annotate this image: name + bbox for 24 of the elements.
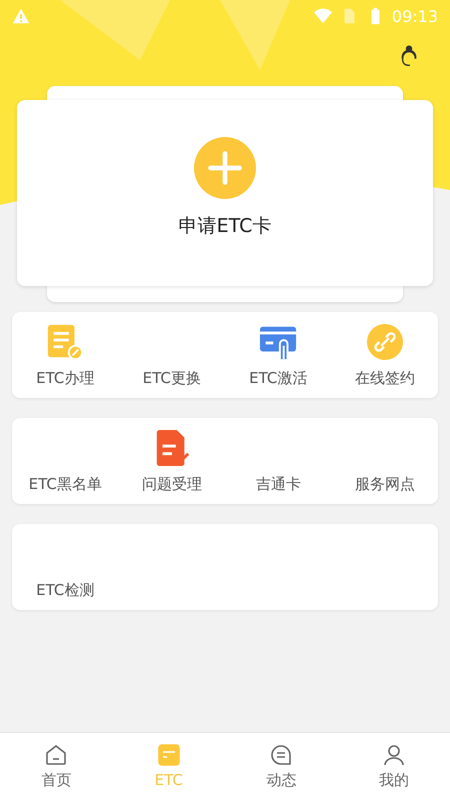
person-icon xyxy=(382,742,406,766)
menu-item[interactable]: ETC激活 xyxy=(225,312,332,398)
home-icon xyxy=(44,742,68,766)
link-icon xyxy=(366,323,404,361)
menu-item[interactable]: ETC办理 xyxy=(12,312,118,398)
menu-item[interactable]: 问题受理 xyxy=(118,418,225,504)
nav-tab[interactable]: 首页 xyxy=(0,733,112,799)
nav-tab[interactable]: 动态 xyxy=(225,733,338,799)
menu-item[interactable]: ETC黑名单 xyxy=(12,418,118,504)
menu-item[interactable]: ETC更换 xyxy=(118,312,225,398)
status-time: 09:13 xyxy=(392,6,438,26)
document-edit-icon xyxy=(46,323,84,361)
add-icon xyxy=(194,137,256,199)
apply-card[interactable]: 申请ETC卡 xyxy=(17,100,433,286)
menu-item[interactable]: ETC检测 xyxy=(12,524,118,610)
menu-item[interactable]: 服务网点 xyxy=(332,418,438,504)
card-icon xyxy=(156,743,181,767)
wifi-icon xyxy=(314,7,332,25)
nav-tab[interactable]: 我的 xyxy=(338,733,450,799)
warning-icon xyxy=(12,7,30,25)
menu-item[interactable]: 吉通卡 xyxy=(225,418,332,504)
apply-label: 申请ETC卡 xyxy=(178,214,272,239)
chat-icon xyxy=(269,742,294,766)
menu-item[interactable]: 在线签约 xyxy=(332,312,438,398)
